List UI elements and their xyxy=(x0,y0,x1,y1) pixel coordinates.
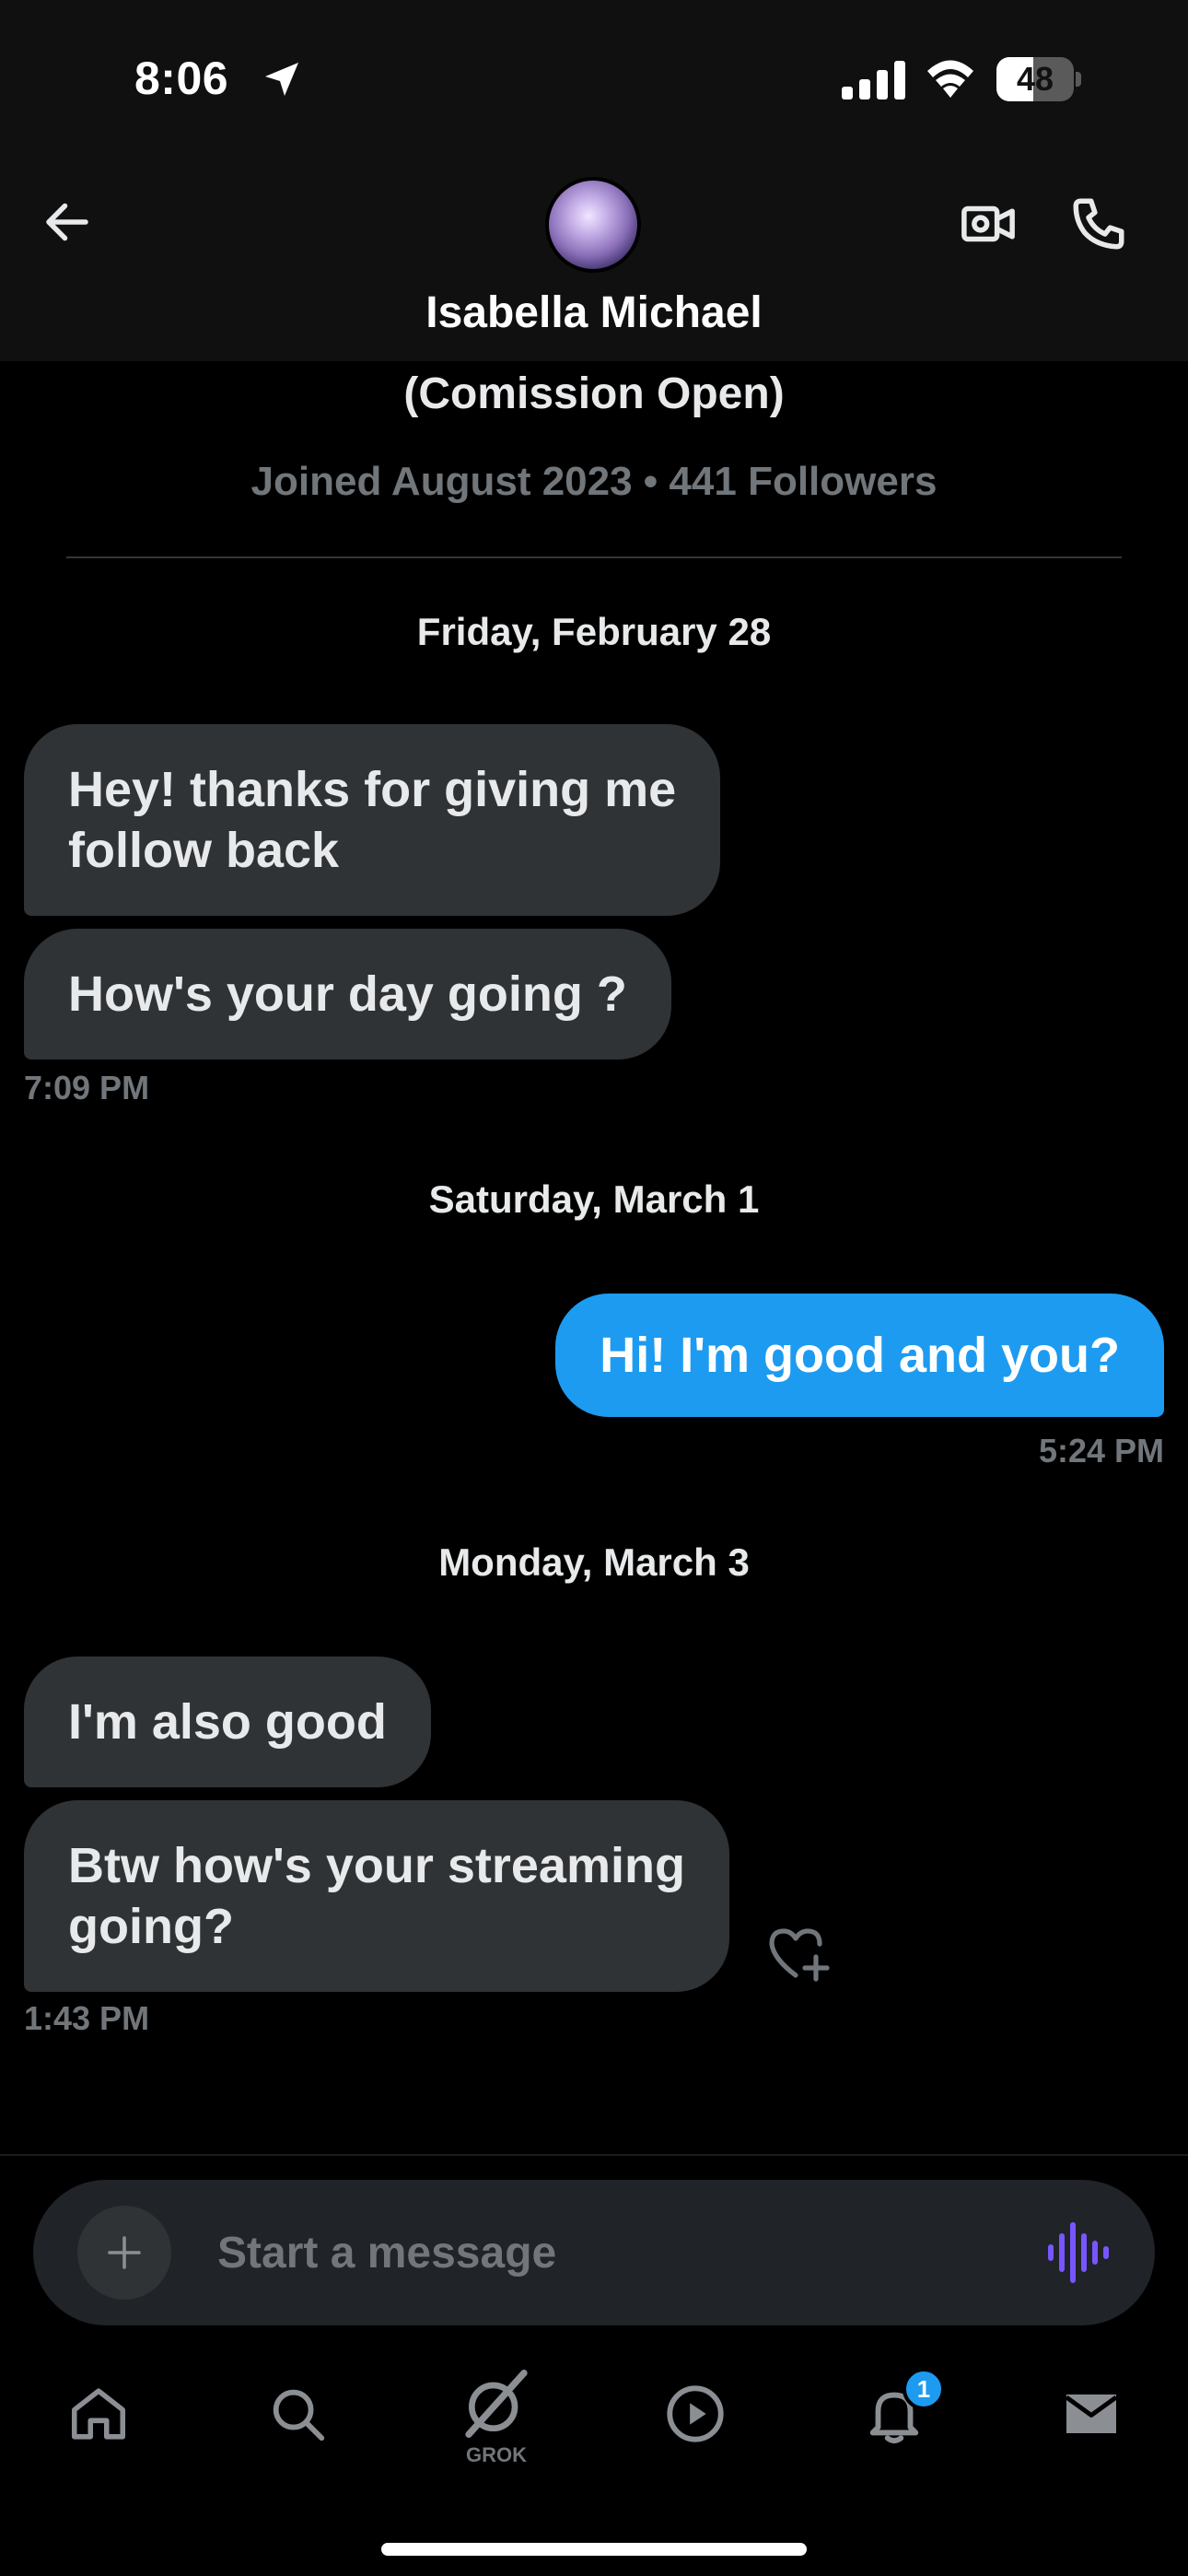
cellular-signal-icon xyxy=(842,61,905,100)
incoming-message[interactable]: I'm also good xyxy=(24,1657,431,1787)
grok-label: GROK xyxy=(466,2443,527,2466)
voice-message-icon[interactable] xyxy=(1046,2222,1111,2283)
message-input[interactable] xyxy=(217,2180,1009,2325)
profile-meta: Joined August 2023 • 441 Followers xyxy=(250,459,938,504)
nav-grok[interactable]: GROK xyxy=(446,2359,547,2469)
wifi-icon xyxy=(927,60,973,98)
message-timestamp: 1:43 PM xyxy=(24,1999,150,2037)
video-camera-icon xyxy=(961,205,1015,242)
outgoing-message[interactable]: Hi! I'm good and you? xyxy=(555,1294,1164,1417)
messages-icon xyxy=(1065,2395,1118,2433)
composer-divider xyxy=(0,2154,1188,2156)
profile-bio-line: (Comission Open) xyxy=(403,369,785,418)
incoming-message[interactable]: Btw how's your streaming going? xyxy=(24,1800,729,1992)
bottom-navigation: GROK 1 xyxy=(0,2359,1188,2469)
home-icon xyxy=(71,2388,126,2440)
incoming-message[interactable]: How's your day going ? xyxy=(24,929,671,1060)
back-button[interactable] xyxy=(33,188,101,256)
message-composer xyxy=(33,2180,1155,2325)
nav-messages[interactable] xyxy=(1041,2359,1142,2469)
phone-icon xyxy=(1073,198,1124,250)
add-attachment-button[interactable] xyxy=(77,2206,171,2300)
nav-home[interactable] xyxy=(48,2359,149,2469)
voice-call-button[interactable] xyxy=(1065,190,1133,258)
contact-name[interactable]: Isabella Michael xyxy=(0,287,1188,338)
plus-icon xyxy=(108,2236,141,2269)
incoming-message[interactable]: Hey! thanks for giving me follow back xyxy=(24,724,721,916)
home-indicator[interactable] xyxy=(381,2543,807,2556)
grok-icon xyxy=(465,2370,528,2438)
message-timestamp: 5:24 PM xyxy=(1038,1432,1164,1469)
contact-avatar[interactable] xyxy=(545,177,641,273)
video-call-button[interactable] xyxy=(954,190,1022,258)
video-play-icon xyxy=(667,2385,724,2442)
status-bar: 8:06 48 xyxy=(0,0,1188,157)
divider xyxy=(66,556,1122,558)
search-icon xyxy=(273,2389,325,2441)
nav-video[interactable] xyxy=(645,2359,746,2469)
battery-indicator: 48 xyxy=(996,57,1081,101)
location-arrow-icon xyxy=(265,63,298,96)
add-reaction-heart-icon[interactable] xyxy=(766,1924,833,1983)
date-separator: Friday, February 28 xyxy=(416,610,772,653)
arrow-left-icon xyxy=(46,203,88,241)
nav-search[interactable] xyxy=(247,2359,348,2469)
status-time: 8:06 xyxy=(134,53,229,104)
notification-badge: 1 xyxy=(903,2368,945,2410)
conversation-header: Isabella Michael xyxy=(0,157,1188,361)
date-separator: Monday, March 3 xyxy=(438,1540,750,1584)
message-timestamp: 7:09 PM xyxy=(24,1069,150,1107)
date-separator: Saturday, March 1 xyxy=(428,1177,760,1221)
battery-level: 48 xyxy=(1016,60,1054,98)
